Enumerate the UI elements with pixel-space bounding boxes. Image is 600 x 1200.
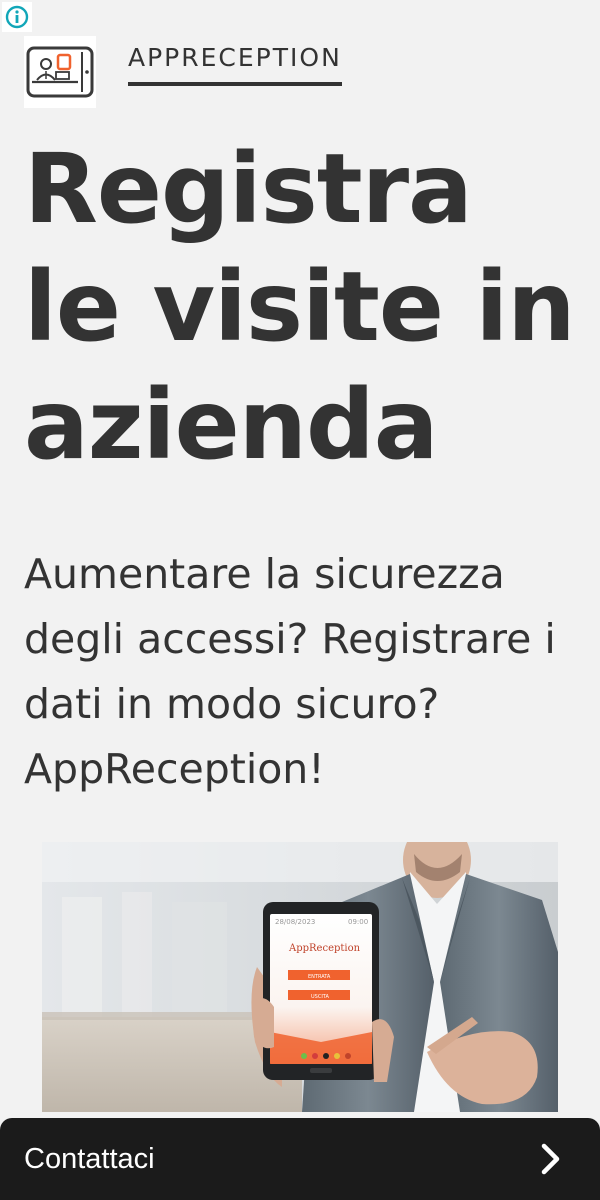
contact-cta-button[interactable]: Contattaci: [0, 1118, 600, 1200]
info-badge[interactable]: [2, 2, 32, 32]
hero-image: 28/08/2023 09:00 AppReception ENTRATA US…: [42, 842, 558, 1112]
tablet-button-2: USCITA: [311, 994, 329, 1000]
tablet-app-photo: 28/08/2023 09:00 AppReception ENTRATA US…: [42, 842, 558, 1112]
tablet-app-title: AppReception: [288, 943, 361, 954]
site-header: APPRECEPTION: [24, 36, 342, 108]
info-icon: [5, 5, 29, 29]
contact-cta-label: Contattaci: [24, 1142, 155, 1175]
brand-name-link[interactable]: APPRECEPTION: [128, 44, 342, 86]
tablet-time: 09:00: [348, 918, 368, 926]
tablet-button-1: ENTRATA: [308, 974, 331, 980]
reception-desk-logo-icon: [26, 46, 94, 98]
hero-lead-text: Aumentare la sicurezza degli accessi? Re…: [24, 550, 556, 793]
page-title: Registra le visite in azienda: [24, 133, 576, 481]
chevron-right-icon: [541, 1143, 560, 1175]
site-logo[interactable]: [24, 36, 96, 108]
tablet-date: 28/08/2023: [275, 918, 315, 926]
